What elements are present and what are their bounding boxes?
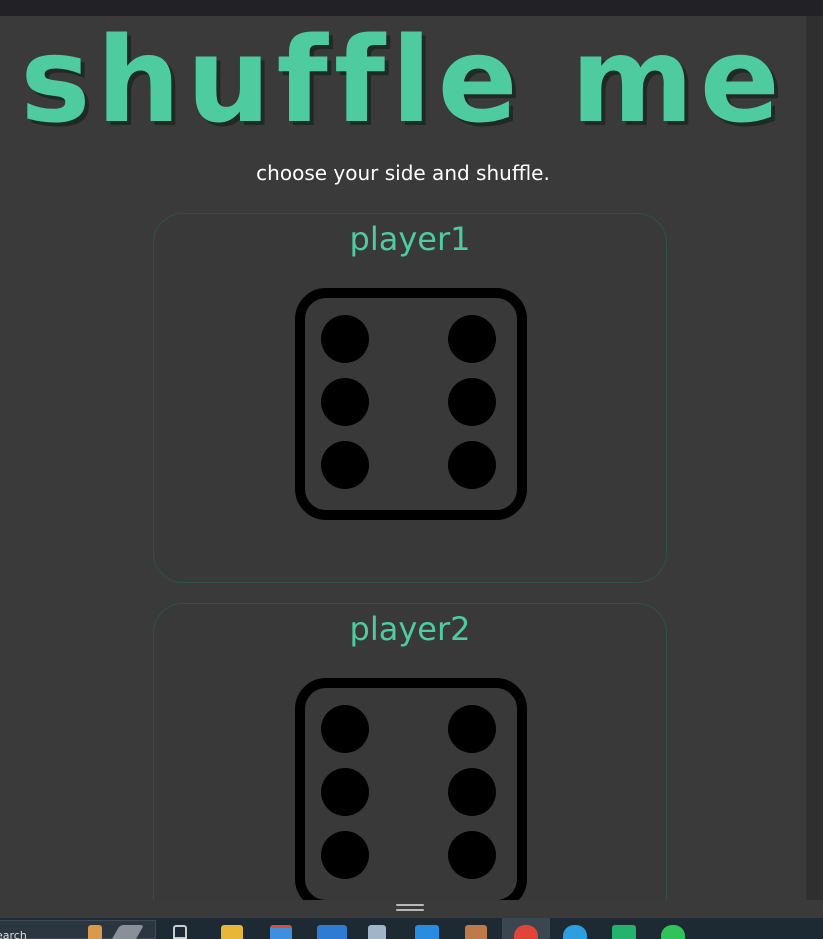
- taskbar: earch: [0, 918, 823, 939]
- scrollbar[interactable]: [806, 16, 823, 900]
- notepad-icon[interactable]: [368, 925, 386, 939]
- page-content: shuffle me choose your side and shuffle.…: [0, 16, 806, 900]
- paint-icon[interactable]: [465, 925, 487, 939]
- die-pip: [448, 378, 496, 426]
- die-pip: [448, 768, 496, 816]
- player1-die-icon[interactable]: [295, 288, 527, 520]
- die-pip: [321, 705, 369, 753]
- file-explorer-icon[interactable]: [221, 925, 243, 939]
- player2-die-icon[interactable]: [295, 678, 527, 900]
- player1-name: player1: [349, 220, 471, 258]
- page-subtitle: choose your side and shuffle.: [256, 161, 550, 185]
- die-pip: [321, 441, 369, 489]
- whatsapp-icon[interactable]: [661, 925, 685, 939]
- drag-handle[interactable]: [396, 904, 424, 914]
- player2-name: player2: [349, 610, 471, 648]
- widgets-icon[interactable]: [88, 925, 102, 939]
- die-pip: [448, 705, 496, 753]
- player1-card[interactable]: player1: [153, 213, 667, 583]
- die-pip: [321, 768, 369, 816]
- die-pip: [448, 315, 496, 363]
- chrome-icon[interactable]: [514, 925, 538, 939]
- page-title: shuffle me: [20, 16, 786, 149]
- browser-top-bar: [0, 0, 823, 16]
- die-pip: [321, 315, 369, 363]
- store-icon[interactable]: [270, 925, 292, 939]
- vscode-icon[interactable]: [415, 925, 439, 939]
- search-placeholder: earch: [0, 929, 27, 939]
- die-pip: [321, 831, 369, 879]
- task-view-icon[interactable]: [173, 925, 187, 939]
- mail-icon[interactable]: [317, 925, 347, 939]
- chat-icon[interactable]: [612, 925, 636, 939]
- die-pip: [448, 441, 496, 489]
- die-pip: [448, 831, 496, 879]
- die-pip: [321, 378, 369, 426]
- player2-card[interactable]: player2: [153, 603, 667, 900]
- telegram-icon[interactable]: [563, 925, 587, 939]
